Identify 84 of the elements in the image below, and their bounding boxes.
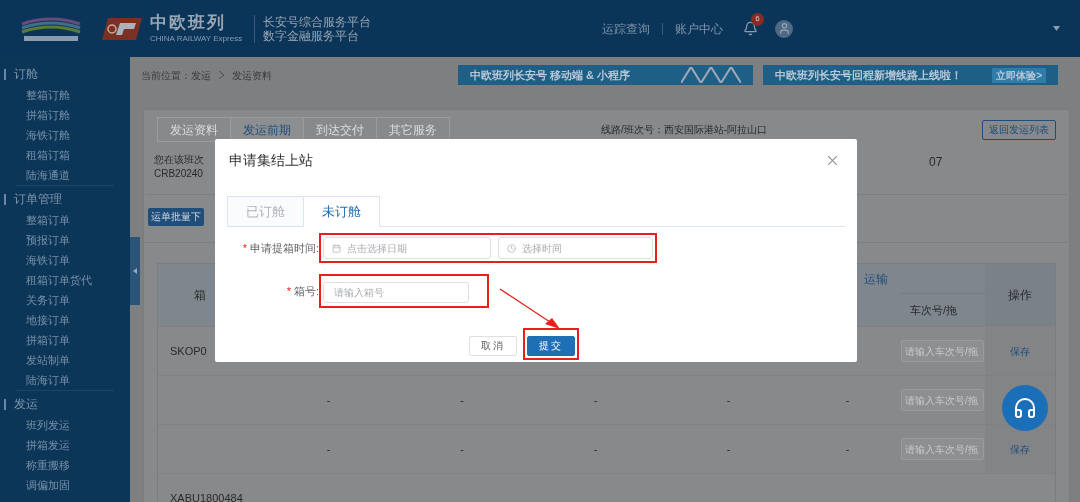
sidebar-item[interactable]: 陆海订单	[16, 370, 114, 390]
sidebar-item[interactable]: 租箱订单货代	[16, 270, 114, 290]
sidebar-section-title[interactable]: 发运	[14, 395, 38, 413]
save-link[interactable]: 保存	[1010, 343, 1030, 359]
breadcrumb-link[interactable]: 发运	[191, 67, 211, 83]
notice-text: 您在该班次	[154, 153, 204, 167]
banner-text: 中欧班列长安号回程新增线路上线啦！	[775, 67, 962, 83]
sidebar-item[interactable]: 地接订单	[16, 310, 114, 330]
field-label: 申请提箱时间:	[249, 240, 319, 256]
column-header: 操作	[985, 264, 1055, 326]
table-cell-text: -	[593, 441, 598, 457]
batch-waybill-button[interactable]: 运单批量下	[148, 207, 204, 226]
table-cell-text: -	[845, 441, 850, 457]
sidebar-item[interactable]: 称重搬移	[16, 455, 114, 475]
calendar-icon	[332, 243, 341, 253]
close-icon[interactable]	[828, 155, 837, 165]
notice-text: CRB20240	[154, 167, 204, 181]
nav-link[interactable]: 账户中心	[675, 19, 723, 38]
caret-icon[interactable]	[1053, 26, 1060, 31]
container-number-field[interactable]: 请输入箱号	[323, 282, 469, 303]
route-text: 线路/班次号：西安国际港站-阿拉山口	[600, 123, 767, 137]
column-header: 车次号/拖	[910, 302, 958, 318]
sidebar-item[interactable]: 租箱订箱	[16, 145, 114, 165]
headset-icon	[1013, 396, 1037, 420]
date-placeholder: 点击选择日期	[347, 241, 407, 256]
platform-title: 数字金融服务平台	[263, 28, 361, 43]
sidebar-item[interactable]: 拼箱发运	[16, 435, 114, 455]
time-field[interactable]: 选择时间	[498, 237, 653, 259]
table-cell-text: -	[593, 392, 598, 408]
sidebar-collapse-handle[interactable]	[130, 237, 140, 305]
avatar[interactable]	[775, 19, 793, 38]
sidebar-item[interactable]: 班列发运	[16, 415, 114, 435]
sidebar-item[interactable]: 陆海通道	[16, 165, 114, 185]
table-cell-text: -	[326, 441, 331, 457]
sidebar-item[interactable]: 关务订单	[16, 290, 114, 310]
cr-logo-icon	[102, 17, 142, 40]
sidebar-item[interactable]: 整箱订舱	[16, 85, 114, 105]
brand-name: 中欧班列	[150, 14, 227, 31]
table-cell-text: SKOP0	[170, 343, 207, 359]
table-cell-text: -	[726, 441, 731, 457]
required-mark: *	[286, 283, 291, 299]
table-cell-text: -	[845, 392, 850, 408]
sidebar-section-title[interactable]: 订舱	[14, 65, 38, 83]
column-group-header: 运输	[864, 270, 888, 288]
table-cell-text: -	[726, 392, 731, 408]
clock-icon	[507, 243, 516, 253]
breadcrumb-link[interactable]: 发运资料	[232, 67, 272, 83]
chevron-icon	[219, 71, 224, 79]
sidebar-item[interactable]: 拼箱订单	[16, 330, 114, 350]
column-header: 箱	[194, 287, 206, 304]
time-placeholder: 选择时间	[522, 241, 562, 256]
sidebar-item[interactable]: 发站制单	[16, 350, 114, 370]
sidebar-item[interactable]: 整箱订单	[16, 210, 114, 230]
field-label: 箱号:	[293, 283, 319, 299]
nav-link[interactable]: 运踪查询	[602, 19, 650, 38]
platform-title: 长安号综合服务平台	[263, 14, 372, 29]
pattern-drawing	[681, 67, 741, 83]
cancel-button[interactable]: 取消	[469, 335, 517, 356]
save-link[interactable]: 保存	[1010, 441, 1030, 457]
sidebar-item[interactable]: 拼箱订舱	[16, 105, 114, 125]
dialog-tab[interactable]: 已订舱	[227, 196, 304, 227]
date-field[interactable]: 点击选择日期	[323, 237, 491, 259]
notice-text: 07	[929, 154, 943, 171]
banner-text: 中欧班列长安号 移动端 & 小程序	[470, 67, 631, 83]
dialog-tab[interactable]: 未订舱	[303, 196, 380, 227]
table-cell-text: XABU1800484	[170, 490, 243, 502]
banner-action[interactable]: 立即体验>	[992, 67, 1046, 83]
back-to-list-button[interactable]: 返回发运列表	[982, 119, 1056, 140]
sidebar-item[interactable]: 预报订单	[16, 230, 114, 250]
sidebar-item[interactable]: 海铁订单	[16, 250, 114, 270]
promo-banner[interactable]: 中欧班列长安号回程新增线路上线啦！ 立即体验>	[763, 65, 1058, 85]
required-mark: *	[242, 240, 247, 256]
table-cell-text: -	[326, 392, 331, 408]
brand-subtitle: CHINA RAILWAY Express	[150, 35, 243, 43]
sidebar-section-title[interactable]: 订单管理	[14, 190, 62, 208]
dialog-title: 申请集结上站	[229, 150, 313, 170]
table-cell-text: -	[460, 392, 464, 408]
sidebar-item[interactable]: 海铁订舱	[16, 125, 114, 145]
table-cell-text: -	[460, 441, 464, 457]
notification-bell-icon[interactable]	[743, 20, 758, 36]
promo-banner[interactable]: 中欧班列长安号 移动端 & 小程序	[458, 65, 753, 85]
notification-count: 6	[751, 12, 764, 26]
sidebar-item[interactable]: 调偏加固	[16, 475, 114, 495]
submit-button[interactable]: 提交	[527, 335, 575, 356]
